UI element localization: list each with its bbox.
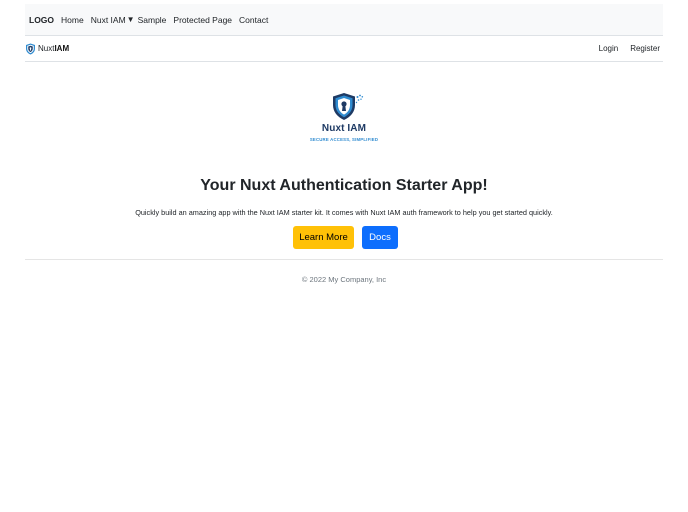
- hero-buttons: Learn More Docs: [0, 226, 688, 249]
- footer-copyright: © 2022 My Company, Inc: [301, 275, 387, 284]
- hero-logo-tagline: SECURE ACCESS, SIMPLIFIED: [309, 137, 379, 142]
- nav-contact[interactable]: Contact: [239, 15, 268, 25]
- learn-more-button[interactable]: Learn More: [293, 226, 354, 249]
- brand-text-bold: IAM: [54, 44, 70, 53]
- hero-lead-text: Quickly build an amazing app with the Nu…: [135, 208, 553, 217]
- dropdown-caret-icon: ▼: [126, 15, 135, 24]
- brand-link[interactable]: Nuxt IAM: [25, 43, 69, 55]
- auth-links: Login Register: [590, 44, 663, 53]
- nav-protected-page[interactable]: Protected Page: [173, 15, 232, 25]
- register-link[interactable]: Register: [630, 44, 660, 53]
- page-title: Your Nuxt Authentication Starter App!: [200, 177, 488, 194]
- site-logo[interactable]: LOGO: [29, 15, 54, 25]
- hero-logo: Nuxt IAM SECURE ACCESS, SIMPLIFIED: [306, 92, 382, 146]
- top-navbar: LOGO Home Nuxt IAM ▼ Sample Protected Pag…: [25, 4, 663, 36]
- nav-nuxt-iam-label: Nuxt IAM: [90, 14, 126, 25]
- nav-sample[interactable]: Sample: [138, 15, 167, 25]
- login-link[interactable]: Login: [599, 44, 619, 53]
- brand-text-light: Nuxt: [38, 44, 55, 53]
- shield-keyhole-icon: [26, 43, 35, 54]
- nav-home[interactable]: Home: [61, 15, 84, 25]
- shield-keyhole-logo-icon: [333, 93, 364, 120]
- hero-logo-name: Nuxt IAM: [321, 123, 367, 134]
- nav-nuxt-iam-dropdown[interactable]: Nuxt IAM ▼: [91, 15, 135, 25]
- app-navbar: Nuxt IAM Login Register: [25, 36, 663, 62]
- footer-divider: [25, 259, 663, 260]
- docs-button[interactable]: Docs: [362, 226, 398, 249]
